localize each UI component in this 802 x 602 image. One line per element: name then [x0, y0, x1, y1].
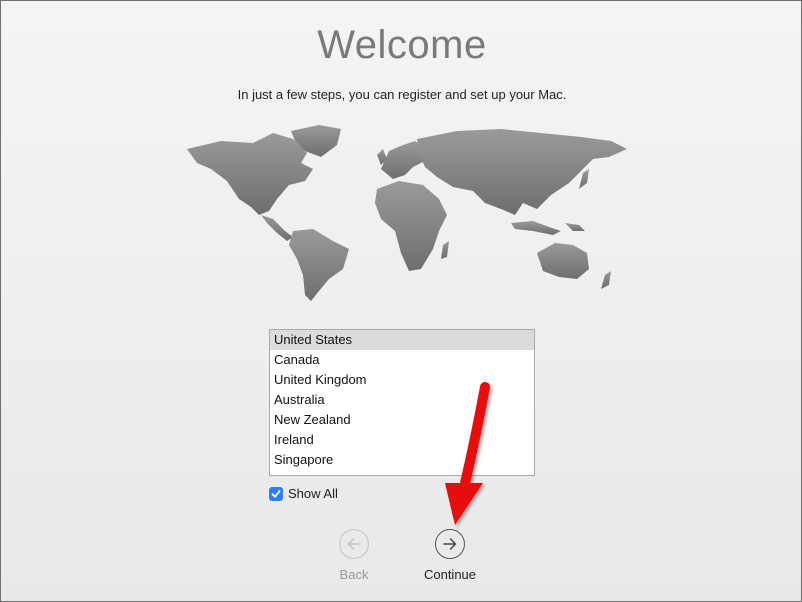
right-arrow-circle-icon — [435, 529, 465, 559]
setup-assistant-window: Welcome In just a few steps, you can reg… — [0, 0, 802, 602]
checkmark-icon — [271, 489, 281, 498]
left-arrow-circle-icon — [339, 529, 369, 559]
list-item[interactable]: Canada — [270, 350, 534, 370]
world-map-image — [187, 125, 627, 301]
show-all-checkbox[interactable] — [269, 486, 283, 501]
page-title: Welcome — [317, 23, 487, 67]
page-subtitle: In just a few steps, you can register an… — [237, 87, 567, 102]
back-label: Back — [339, 567, 369, 582]
show-all-toggle[interactable]: Show All — [269, 486, 338, 501]
continue-button[interactable]: Continue — [410, 529, 490, 582]
show-all-label: Show All — [288, 486, 338, 501]
back-button[interactable]: Back — [314, 529, 394, 582]
red-annotation-arrow-icon — [445, 382, 490, 525]
list-item[interactable]: United States — [270, 330, 534, 350]
continue-label: Continue — [423, 567, 477, 582]
